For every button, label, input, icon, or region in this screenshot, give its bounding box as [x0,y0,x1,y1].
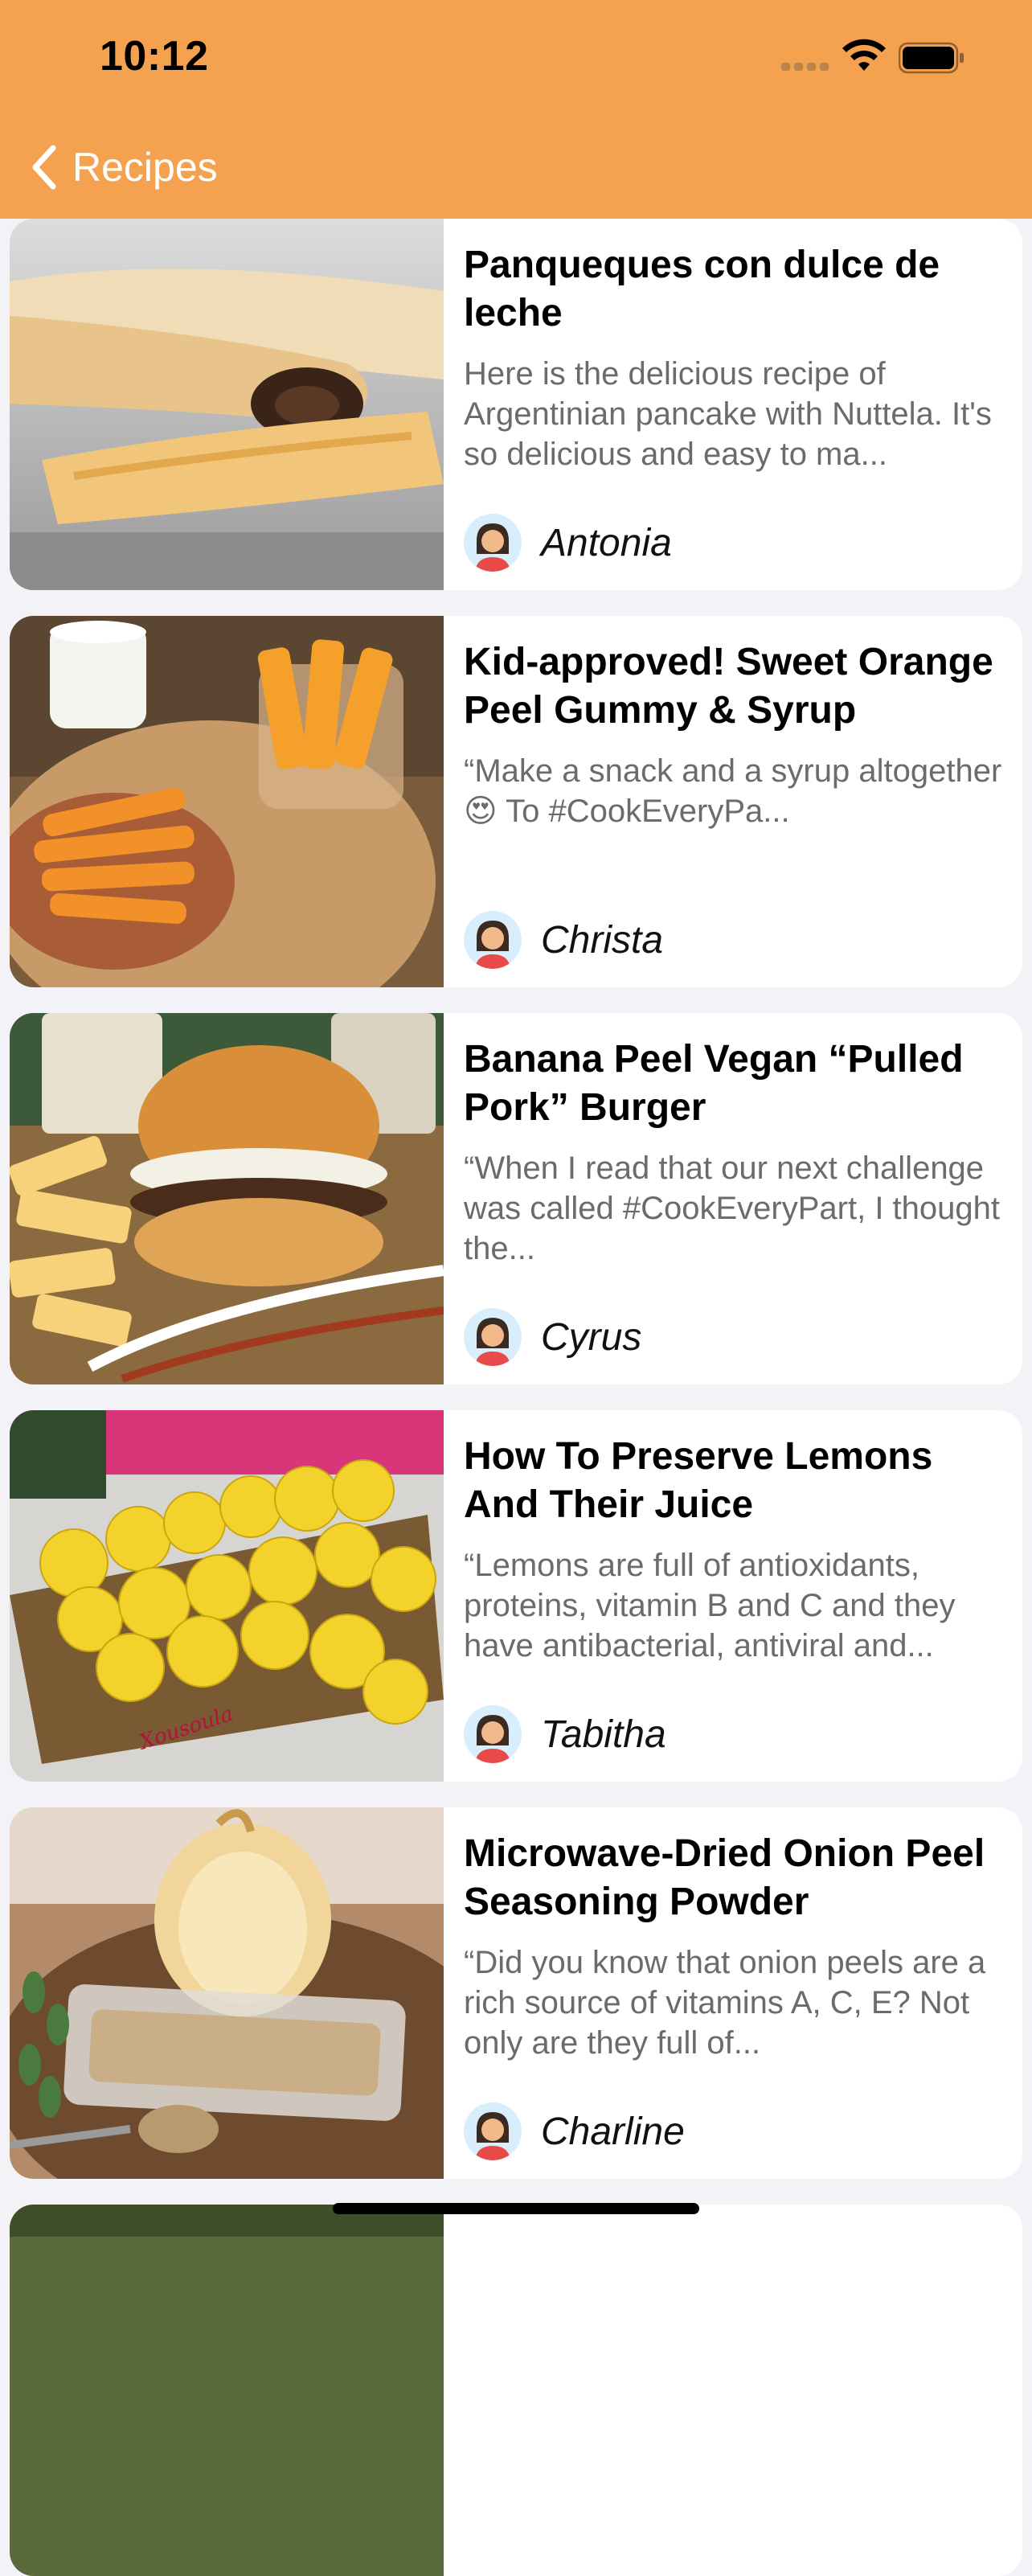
person-avatar-icon [464,1308,522,1366]
recipe-author: Tabitha [464,1704,666,1764]
recipe-image [10,219,444,590]
person-avatar-icon [464,911,522,969]
battery-icon [899,42,964,74]
avatar [464,1308,522,1366]
person-avatar-icon [464,514,522,572]
recipe-image [10,1013,444,1384]
recipe-title: Panqueques con dulce de leche [464,244,940,334]
author-name: Antonia [541,521,672,564]
status-time: 10:12 [100,33,209,80]
home-indicator[interactable] [333,2203,699,2214]
recipe-title: Microwave-Dried Onion Peel Seasoning Pow… [464,1832,985,1923]
recipe-author: Antonia [464,513,672,572]
avatar [464,514,522,572]
cellular-signal-icon [781,63,829,72]
recipe-description: “Make a snack and a syrup altogether 😍 T… [464,753,1002,829]
recipe-card[interactable]: Microwave-Dried Onion Peel Seasoning Pow… [10,1807,1022,2179]
recipe-image [10,1807,444,2179]
recipe-author: Christa [464,910,663,970]
author-name: Christa [541,918,664,962]
recipe-description: “Lemons are full of antioxidants, protei… [464,1548,956,1663]
author-name: Tabitha [541,1713,666,1756]
chevron-left-icon [32,145,56,190]
avatar [464,911,522,969]
recipe-description: “When I read that our next challenge was… [464,1151,1001,1266]
author-name: Charline [541,2110,685,2153]
back-label: Recipes [72,145,218,190]
recipe-title: Kid-approved! Sweet Orange Peel Gummy & … [464,641,993,732]
recipe-title: How To Preserve Lemons And Their Juice [464,1435,933,1526]
person-avatar-icon [464,1705,522,1763]
person-avatar-icon [464,2102,522,2160]
recipe-description: “Did you know that onion peels are a ric… [464,1945,986,2061]
back-button[interactable]: Recipes [27,137,218,198]
recipe-card[interactable]: Kid-approved! Sweet Orange Peel Gummy & … [10,616,1022,987]
avatar [464,2102,522,2160]
recipe-image [10,2205,444,2576]
recipe-card[interactable]: Banana Peel Vegan “Pulled Pork” Burger “… [10,1013,1022,1384]
recipe-title: Banana Peel Vegan “Pulled Pork” Burger [464,1038,964,1129]
wifi-icon [842,39,886,71]
recipe-card[interactable] [10,2205,1022,2576]
avatar [464,1705,522,1763]
recipe-card[interactable]: Xousoula How To Preserve Lemons And Thei… [10,1410,1022,1782]
recipe-card[interactable]: Panqueques con dulce de leche Here is th… [10,219,1022,590]
navigation-bar: 10:12 Recipes [0,0,1032,219]
recipe-author: Cyrus [464,1307,641,1367]
recipe-image [10,616,444,987]
recipe-author: Charline [464,2102,685,2161]
recipe-image: Xousoula [10,1410,444,1782]
author-name: Cyrus [541,1315,642,1359]
recipe-description: Here is the delicious recipe of Argentin… [464,356,992,472]
